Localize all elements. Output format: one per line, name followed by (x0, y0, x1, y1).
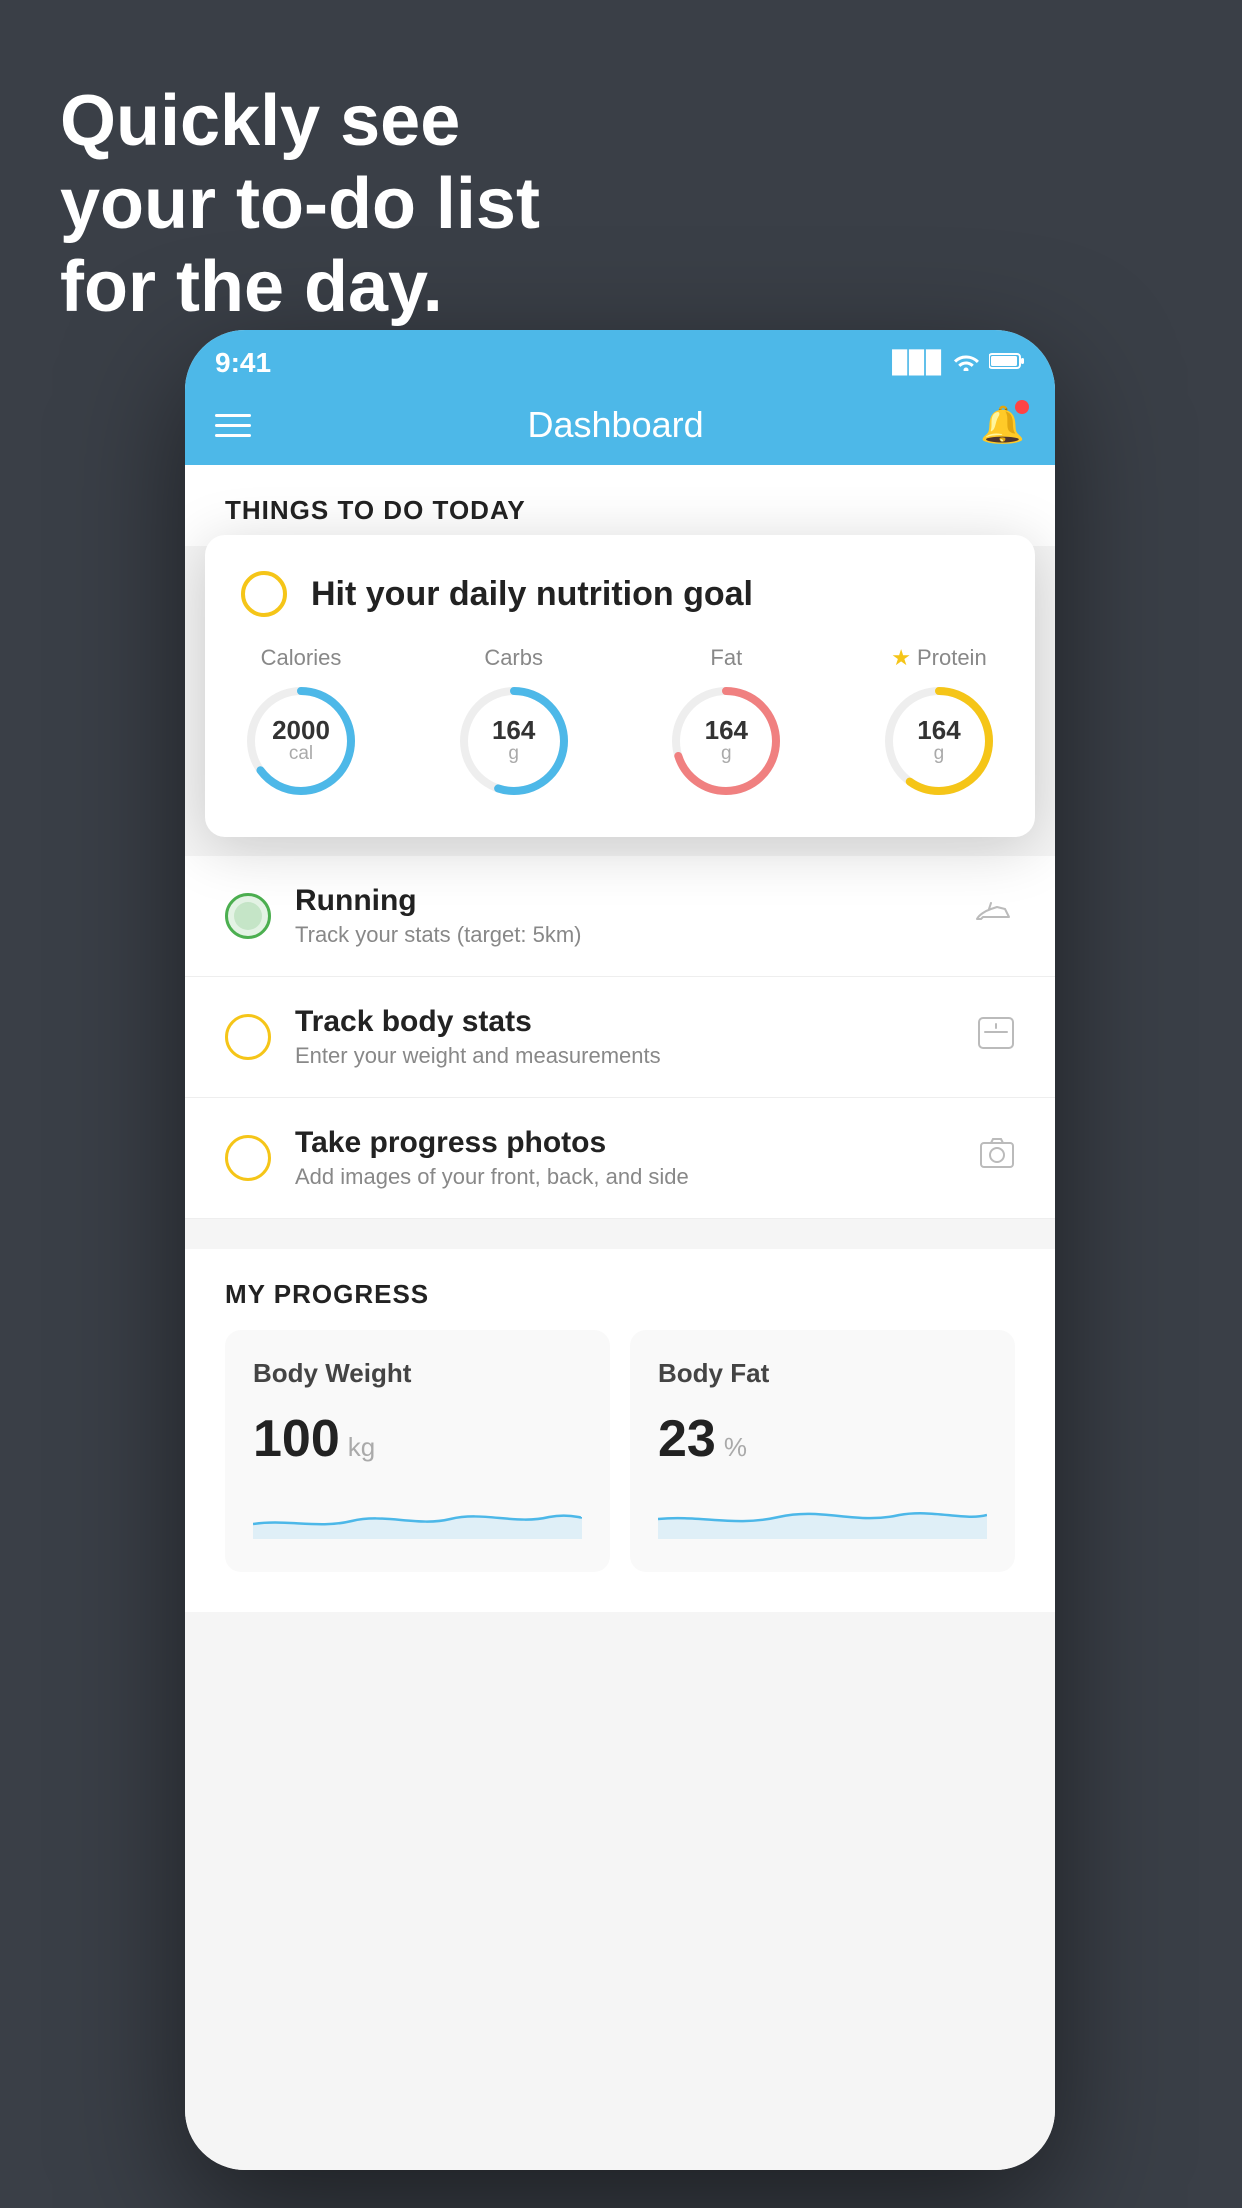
fat-label: Fat (710, 645, 742, 671)
todo-subtitle-body-stats: Enter your weight and measurements (295, 1043, 953, 1069)
protein-value: 164 g (917, 717, 960, 765)
nutrition-card: Hit your daily nutrition goal Calories 2… (205, 535, 1035, 837)
menu-button[interactable] (215, 414, 251, 437)
calories-label: Calories (261, 645, 342, 671)
carbs-value: 164 g (492, 717, 535, 765)
todo-text-running: Running Track your stats (target: 5km) (295, 884, 951, 948)
carbs-circle: 164 g (454, 681, 574, 801)
fat-value: 164 g (705, 717, 748, 765)
card-title-row: Hit your daily nutrition goal (241, 571, 999, 617)
todo-item-body-stats[interactable]: Track body stats Enter your weight and m… (185, 977, 1055, 1098)
body-fat-card[interactable]: Body Fat 23 % (630, 1330, 1015, 1572)
body-weight-chart (253, 1489, 582, 1539)
hero-line3: for the day. (60, 246, 540, 329)
body-fat-unit: % (724, 1432, 747, 1463)
todo-checkbox-photos[interactable] (225, 1135, 271, 1181)
hero-text: Quickly see your to-do list for the day. (60, 80, 540, 328)
calories-value: 2000 cal (272, 717, 330, 765)
progress-cards: Body Weight 100 kg Body Fat 23 % (185, 1330, 1055, 1612)
nutrition-circles: Calories 2000 cal Carbs (241, 645, 999, 801)
body-weight-card[interactable]: Body Weight 100 kg (225, 1330, 610, 1572)
calories-circle: 2000 cal (241, 681, 361, 801)
body-weight-value: 100 (253, 1409, 340, 1469)
carbs-label: Carbs (484, 645, 543, 671)
shoe-icon (975, 897, 1015, 936)
todo-item-photos[interactable]: Take progress photos Add images of your … (185, 1098, 1055, 1219)
wifi-icon (951, 349, 981, 377)
status-icons: ▉▉▉ (892, 349, 1025, 377)
body-weight-value-row: 100 kg (253, 1409, 582, 1469)
todo-checkbox-body-stats[interactable] (225, 1014, 271, 1060)
status-bar: 9:41 ▉▉▉ (185, 330, 1055, 385)
card-title: Hit your daily nutrition goal (311, 575, 753, 614)
star-icon: ★ (891, 645, 911, 671)
body-fat-chart (658, 1489, 987, 1539)
todo-item-running[interactable]: Running Track your stats (target: 5km) (185, 856, 1055, 977)
progress-section: MY PROGRESS Body Weight 100 kg B (185, 1249, 1055, 1612)
battery-icon (989, 350, 1025, 376)
todo-title-body-stats: Track body stats (295, 1005, 953, 1039)
body-weight-label: Body Weight (253, 1358, 582, 1389)
content-area: THINGS TO DO TODAY Hit your daily nutrit… (185, 465, 1055, 2170)
hero-line1: Quickly see (60, 80, 540, 163)
notification-dot (1015, 400, 1029, 414)
hero-line2: your to-do list (60, 163, 540, 246)
progress-header: MY PROGRESS (185, 1249, 1055, 1330)
protein-label: ★ Protein (891, 645, 986, 671)
body-fat-value: 23 (658, 1409, 716, 1469)
nutrition-calories: Calories 2000 cal (241, 645, 361, 801)
todo-subtitle-running: Track your stats (target: 5km) (295, 922, 951, 948)
todo-text-body-stats: Track body stats Enter your weight and m… (295, 1005, 953, 1069)
nav-bar: Dashboard 🔔 (185, 385, 1055, 465)
nav-title: Dashboard (528, 404, 704, 446)
todo-list: Running Track your stats (target: 5km) T… (185, 856, 1055, 1219)
status-time: 9:41 (215, 347, 271, 379)
nutrition-carbs: Carbs 164 g (454, 645, 574, 801)
photo-icon (979, 1137, 1015, 1180)
phone-mockup: 9:41 ▉▉▉ Dashboard 🔔 (185, 330, 1055, 2170)
todo-checkbox-running[interactable] (225, 893, 271, 939)
section-header: THINGS TO DO TODAY (185, 465, 1055, 546)
fat-circle: 164 g (666, 681, 786, 801)
body-weight-unit: kg (348, 1432, 375, 1463)
todo-title-running: Running (295, 884, 951, 918)
signal-icon: ▉▉▉ (892, 350, 943, 376)
notification-button[interactable]: 🔔 (980, 404, 1025, 446)
todo-subtitle-photos: Add images of your front, back, and side (295, 1164, 955, 1190)
nutrition-protein: ★ Protein 164 g (879, 645, 999, 801)
task-checkbox-nutrition[interactable] (241, 571, 287, 617)
todo-title-photos: Take progress photos (295, 1126, 955, 1160)
body-fat-value-row: 23 % (658, 1409, 987, 1469)
scale-icon (977, 1016, 1015, 1059)
protein-circle: 164 g (879, 681, 999, 801)
body-fat-label: Body Fat (658, 1358, 987, 1389)
nutrition-fat: Fat 164 g (666, 645, 786, 801)
todo-text-photos: Take progress photos Add images of your … (295, 1126, 955, 1190)
